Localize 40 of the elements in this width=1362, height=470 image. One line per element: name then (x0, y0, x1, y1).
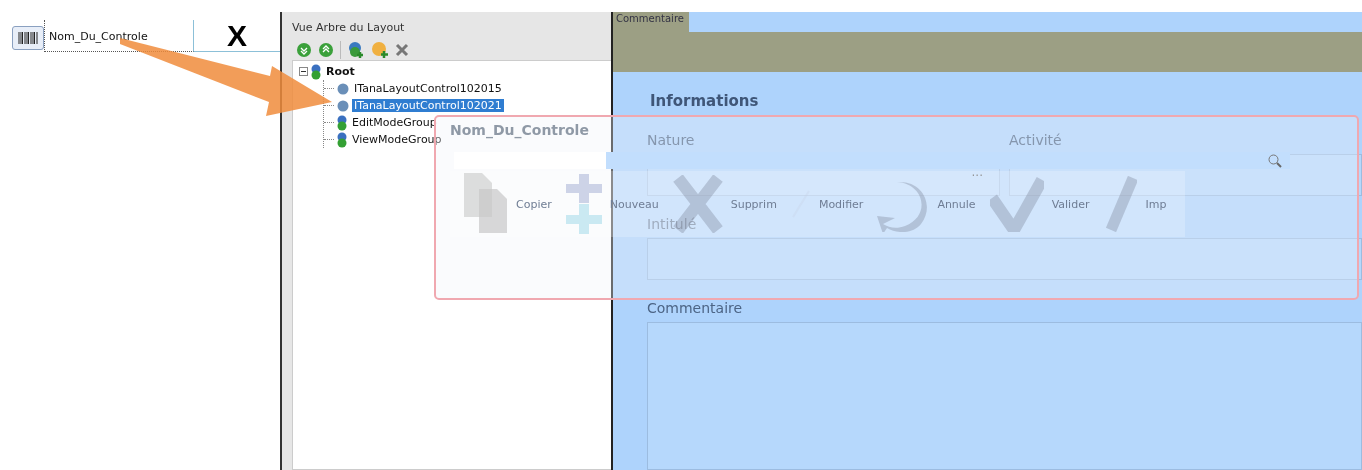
delete-icon[interactable] (395, 43, 409, 57)
preview-button-label: Annule (937, 197, 976, 211)
preview-button-label: Modifier (818, 197, 864, 211)
barcode-button[interactable] (12, 26, 44, 50)
slash-icon (1103, 176, 1138, 232)
field-label: Activité (1009, 132, 1063, 148)
add-control-icon[interactable] (371, 41, 389, 59)
control-node-icon (337, 99, 349, 112)
input-field[interactable] (647, 238, 1362, 280)
field-label: Commentaire (647, 300, 744, 316)
barcode-icon (18, 32, 38, 44)
group-node-icon (311, 63, 321, 80)
section-title: Informations (650, 92, 760, 110)
checkmark-icon (989, 176, 1044, 232)
field-label: Nature (647, 132, 696, 148)
control-node-icon (337, 82, 349, 95)
field-label: Intitulé (647, 216, 698, 232)
tree-item[interactable]: Root (324, 65, 357, 78)
preview-title: Nom_Du_Controle (450, 122, 590, 138)
search-icon (1268, 153, 1282, 168)
expand-all-icon[interactable] (296, 42, 312, 58)
plus-icon (565, 174, 602, 234)
add-group-icon[interactable] (347, 41, 365, 59)
copy-icon (464, 173, 508, 235)
tree-item[interactable]: ITanaLayoutControl102021 (352, 99, 504, 112)
tree-toggle[interactable] (299, 67, 308, 76)
group-node-icon (337, 131, 347, 148)
preview-button-label: Copier (516, 197, 552, 211)
panel-title: Vue Arbre du Layout (292, 20, 406, 36)
collapse-all-icon[interactable] (318, 42, 334, 58)
memo-field[interactable] (647, 322, 1362, 470)
tree-item[interactable]: EditModeGroup (350, 116, 439, 129)
form-tab[interactable]: Commentaire (613, 12, 689, 32)
preview-button-label: Imp (1145, 197, 1167, 211)
preview-button-label: Supprim (730, 197, 777, 211)
group-node-icon (337, 114, 347, 131)
tree-item[interactable]: ViewModeGroup (350, 133, 444, 146)
close-button[interactable]: X (194, 20, 280, 52)
preview-button-label: Valider (1051, 197, 1090, 211)
tree-item[interactable]: ITanaLayoutControl102015 (352, 82, 504, 95)
